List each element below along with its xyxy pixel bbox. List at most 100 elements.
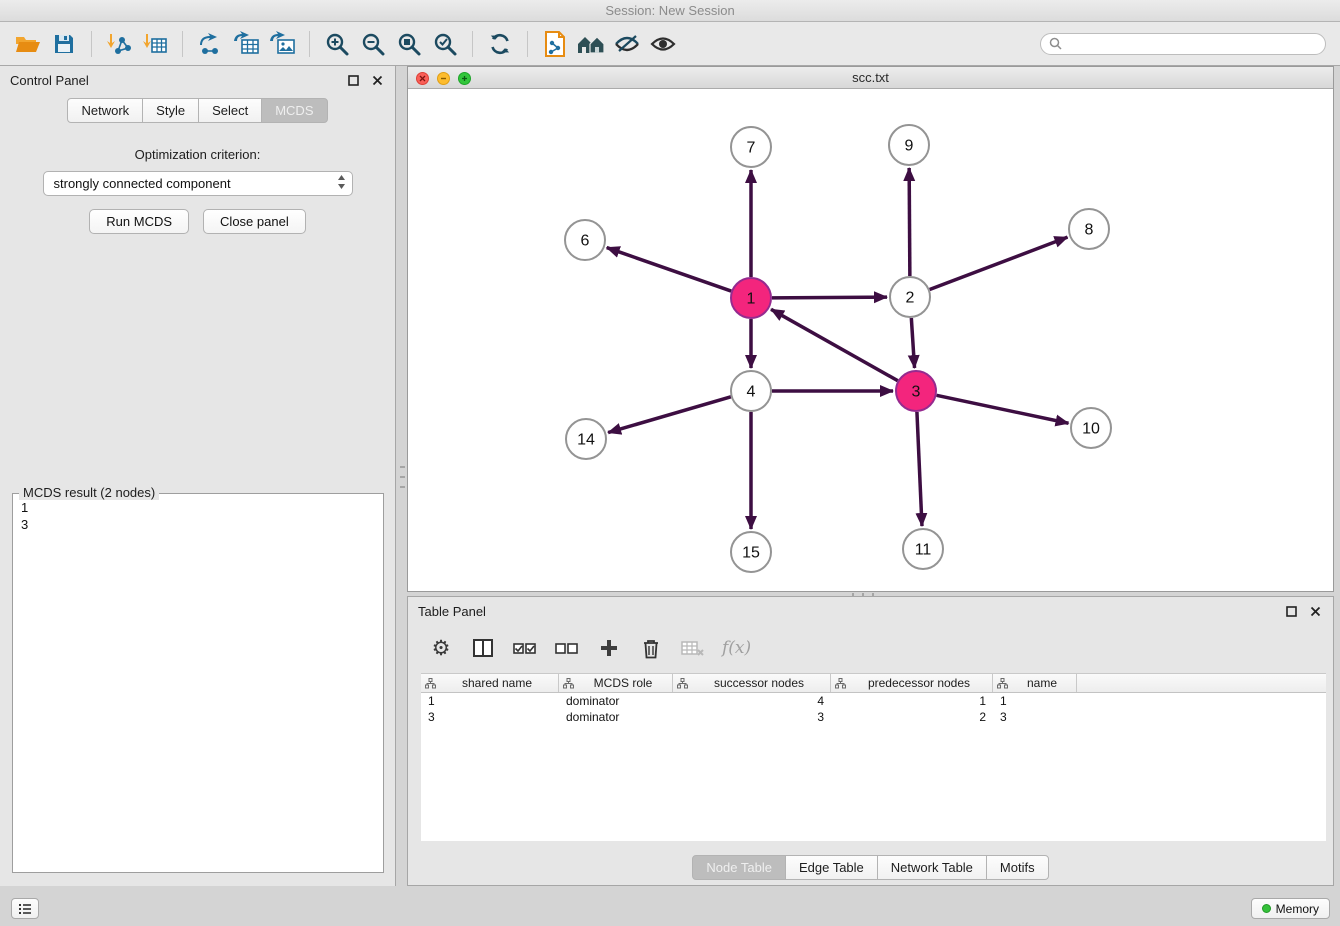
graph-node-label: 8	[1085, 222, 1094, 239]
float-panel-button[interactable]	[345, 72, 361, 88]
cell-predecessor-nodes[interactable]: 1	[831, 693, 993, 709]
export-network-button[interactable]	[192, 26, 228, 62]
graph-edge-4-14[interactable]	[608, 397, 731, 433]
optimization-criterion-select[interactable]: strongly connected component	[43, 171, 353, 196]
cell-successor-nodes[interactable]: 4	[673, 693, 831, 709]
column-header-name[interactable]: name	[993, 674, 1077, 692]
graph-node-9[interactable]: 9	[889, 125, 929, 165]
graph-node-8[interactable]: 8	[1069, 209, 1109, 249]
tab-network[interactable]: Network	[67, 98, 143, 123]
cell-name[interactable]: 3	[993, 709, 1077, 725]
network-view-window: scc.txt 7 9 6 8 1 2 4 3 14 10 15 11	[407, 66, 1334, 592]
vertical-splitter[interactable]	[398, 466, 406, 488]
zoom-selected-button[interactable]	[427, 26, 463, 62]
graph-node-10[interactable]: 10	[1071, 408, 1111, 448]
graph-node-3[interactable]: 3	[896, 371, 936, 411]
memory-button[interactable]: Memory	[1251, 898, 1330, 919]
gear-icon: ⚙	[432, 638, 451, 659]
tab-style[interactable]: Style	[142, 98, 199, 123]
hide-details-button[interactable]	[609, 26, 645, 62]
graph-edge-2-8[interactable]	[930, 237, 1068, 289]
graph-node-7[interactable]: 7	[731, 127, 771, 167]
zoom-in-button[interactable]	[319, 26, 355, 62]
column-header-shared-name[interactable]: shared name	[421, 674, 559, 692]
apply-layout-button[interactable]	[482, 26, 518, 62]
close-window-button[interactable]	[416, 72, 429, 85]
table-row[interactable]: 1dominator411	[421, 693, 1326, 709]
delete-table-button[interactable]	[680, 633, 706, 663]
first-neighbors-button[interactable]	[573, 26, 609, 62]
import-network-button[interactable]	[101, 26, 137, 62]
import-table-button[interactable]	[137, 26, 173, 62]
cell-mcds-role[interactable]: dominator	[559, 693, 673, 709]
column-header-label: predecessor nodes	[850, 676, 988, 690]
column-header-successor-nodes[interactable]: successor nodes	[673, 674, 831, 692]
close-table-panel-button[interactable]	[1307, 603, 1323, 619]
minimize-window-button[interactable]	[437, 72, 450, 85]
plus-icon	[461, 75, 468, 82]
tab-mcds[interactable]: MCDS	[261, 98, 327, 123]
tab-select[interactable]: Select	[198, 98, 262, 123]
graph-node-4[interactable]: 4	[731, 371, 771, 411]
graph-node-6[interactable]: 6	[565, 220, 605, 260]
graph-edge-1-2[interactable]	[772, 297, 887, 298]
graph-edge-3-1[interactable]	[771, 309, 898, 380]
close-panel-action-button[interactable]: Close panel	[203, 209, 306, 234]
graph-node-11[interactable]: 11	[903, 529, 943, 569]
cell-shared-name[interactable]: 1	[421, 693, 559, 709]
zoom-window-button[interactable]	[458, 72, 471, 85]
graph-node-2[interactable]: 2	[890, 277, 930, 317]
save-session-button[interactable]	[46, 26, 82, 62]
graph-edge-2-9[interactable]	[909, 168, 910, 276]
network-window-title: scc.txt	[852, 70, 889, 85]
tab-motifs[interactable]: Motifs	[986, 855, 1049, 880]
export-table-button[interactable]	[228, 26, 264, 62]
float-table-panel-button[interactable]	[1283, 603, 1299, 619]
zoom-fit-button[interactable]	[391, 26, 427, 62]
network-graph-svg[interactable]: 7 9 6 8 1 2 4 3 14 10 15 11	[408, 89, 1333, 591]
table-toolbar: ⚙	[408, 625, 1333, 671]
column-header-predecessor-nodes[interactable]: predecessor nodes	[831, 674, 993, 692]
cell-predecessor-nodes[interactable]: 2	[831, 709, 993, 725]
graph-edge-3-10[interactable]	[937, 395, 1069, 423]
window-titlebar[interactable]: Session: New Session	[0, 0, 1340, 22]
run-mcds-button[interactable]: Run MCDS	[89, 209, 189, 234]
control-panel: Control Panel NetworkStyleSelectMCDS Opt…	[0, 66, 396, 886]
close-panel-button[interactable]	[369, 72, 385, 88]
network-from-clipboard-button[interactable]	[537, 26, 573, 62]
deselect-all-rows-button[interactable]	[554, 633, 580, 663]
graph-node-14[interactable]: 14	[566, 419, 606, 459]
task-history-button[interactable]	[11, 898, 39, 919]
table-settings-button[interactable]: ⚙	[428, 633, 454, 663]
zoom-out-button[interactable]	[355, 26, 391, 62]
show-details-button[interactable]	[645, 26, 681, 62]
column-header-mcds-role[interactable]: MCDS role	[559, 674, 673, 692]
show-columns-button[interactable]	[470, 633, 496, 663]
control-panel-header: Control Panel	[0, 66, 395, 94]
graph-node-label: 3	[912, 384, 921, 401]
add-column-button[interactable]	[596, 633, 622, 663]
table-body: 1dominator4113dominator323	[421, 693, 1326, 725]
select-all-rows-button[interactable]	[512, 633, 538, 663]
graph-node-15[interactable]: 15	[731, 532, 771, 572]
function-builder-button[interactable]: f(x)	[722, 633, 751, 663]
tab-network-table[interactable]: Network Table	[877, 855, 987, 880]
cell-successor-nodes[interactable]: 3	[673, 709, 831, 725]
graph-edge-3-11[interactable]	[917, 412, 922, 526]
tab-node-table[interactable]: Node Table	[692, 855, 786, 880]
table-row[interactable]: 3dominator323	[421, 709, 1326, 725]
cell-mcds-role[interactable]: dominator	[559, 709, 673, 725]
mcds-result-text[interactable]: 1 3	[13, 494, 383, 538]
delete-column-button[interactable]	[638, 633, 664, 663]
graph-node-1[interactable]: 1	[731, 278, 771, 318]
search-input[interactable]	[1067, 37, 1317, 51]
cell-shared-name[interactable]: 3	[421, 709, 559, 725]
cell-name[interactable]: 1	[993, 693, 1077, 709]
graph-edge-1-6[interactable]	[607, 248, 731, 291]
open-file-button[interactable]	[10, 26, 46, 62]
tab-edge-table[interactable]: Edge Table	[785, 855, 878, 880]
graph-edge-2-3[interactable]	[911, 318, 914, 368]
export-network-icon	[197, 31, 223, 57]
export-image-button[interactable]	[264, 26, 300, 62]
network-window-titlebar[interactable]: scc.txt	[408, 67, 1333, 89]
